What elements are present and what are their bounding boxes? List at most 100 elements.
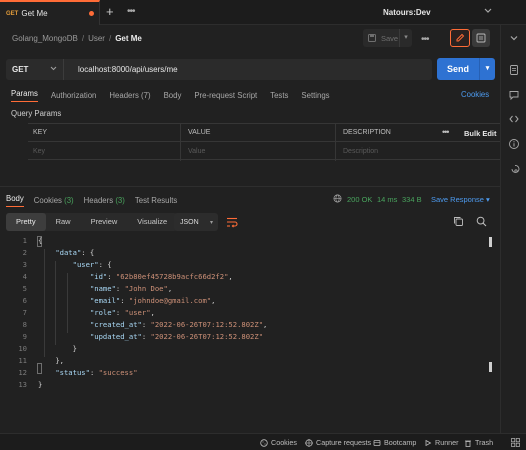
scrollbar-thumb[interactable] [489, 362, 492, 372]
tab-more-icon[interactable]: ••• [127, 6, 135, 17]
json-value-status: success [102, 368, 134, 377]
tab-title: Get Me [21, 9, 48, 18]
line-number: 8 [22, 320, 27, 329]
breadcrumb: Golang_MongoDB / User / Get Me [12, 34, 142, 43]
runner-icon [425, 439, 432, 446]
response-divider[interactable] [0, 186, 500, 187]
capture-icon [305, 438, 313, 447]
save-dropdown-icon[interactable]: ▾ [399, 29, 412, 47]
line-number: 6 [22, 296, 27, 305]
bootcamp-icon [373, 439, 381, 446]
tab-response-body[interactable]: Body [6, 194, 24, 207]
tab-authorization[interactable]: Authorization [51, 91, 97, 100]
line-number: 4 [22, 272, 27, 281]
save-button-group[interactable]: Save ▾ [363, 29, 412, 47]
response-tabs: Body Cookies (3) Headers (3) Test Result… [6, 194, 187, 207]
wrap-lines-icon[interactable] [224, 214, 240, 230]
chevron-down-icon[interactable] [484, 7, 492, 16]
search-icon[interactable] [476, 216, 487, 227]
status-bar: Cookies Capture requests Bootcamp Runner… [0, 433, 526, 450]
json-value-id: 62b80ef45728b9acfc66d2f2 [120, 272, 225, 281]
edit-icon[interactable] [450, 29, 470, 47]
new-tab-plus-icon[interactable]: + [106, 5, 114, 18]
footer-runner[interactable]: Runner [424, 438, 459, 447]
format-label: JSON [180, 218, 199, 226]
breadcrumb-collection[interactable]: Golang_MongoDB [12, 34, 78, 43]
tab-pre-request-script[interactable]: Pre-request Script [194, 91, 257, 100]
line-number: 10 [18, 344, 27, 353]
cookies-link[interactable]: Cookies [461, 90, 489, 99]
column-header-value: VALUE [188, 129, 211, 136]
method-selector[interactable]: GET [6, 59, 64, 80]
bulk-edit-button[interactable]: Bulk Edit [464, 129, 497, 138]
tab-settings[interactable]: Settings [301, 91, 329, 100]
table-options-icon[interactable]: ••• [442, 127, 450, 137]
save-response-button[interactable]: Save Response ▾ [431, 195, 490, 204]
column-header-description: DESCRIPTION [343, 129, 391, 136]
copy-icon[interactable] [453, 216, 464, 227]
related-icon[interactable] [508, 163, 520, 175]
json-value-email: johndoe@gmail.com [133, 296, 207, 305]
response-size[interactable]: 334 B [402, 195, 422, 204]
chevron-down-icon[interactable] [508, 32, 520, 44]
json-value-updated-at: 2022-06-26T07:12:52.802Z [154, 332, 259, 341]
json-value-role: user [128, 308, 147, 317]
line-number: 12 [18, 368, 27, 377]
code-line: 13} [0, 379, 480, 391]
unsaved-dot-icon[interactable] [89, 11, 94, 16]
save-button[interactable]: Save [376, 34, 399, 43]
url-input[interactable]: localhost:8000/api/users/me [64, 59, 432, 80]
method-label: GET [12, 65, 29, 74]
line-number: 9 [22, 332, 27, 341]
tab-body[interactable]: Body [164, 91, 182, 100]
globe-icon[interactable] [333, 194, 342, 203]
save-icon [368, 34, 376, 42]
view-pretty[interactable]: Pretty [6, 213, 46, 231]
tab-params[interactable]: Params [11, 89, 38, 102]
response-body-code[interactable]: 1{ 2 "data": { 3 "user": { 4 "id": "62b8… [0, 235, 500, 377]
json-value-created-at: 2022-06-26T07:12:52.802Z [154, 320, 259, 329]
trash-icon [465, 440, 471, 447]
query-params-title: Query Params [11, 109, 62, 118]
breadcrumb-folder[interactable]: User [88, 34, 105, 43]
view-raw[interactable]: Raw [46, 213, 81, 231]
footer-capture-requests[interactable]: Capture requests [305, 438, 371, 447]
environment-selector[interactable]: Natours:Dev [383, 8, 431, 17]
format-select[interactable]: JSON ▾ [174, 213, 218, 231]
value-input[interactable]: Value [188, 148, 205, 155]
tab-response-headers[interactable]: Headers (3) [84, 196, 125, 205]
grid-icon[interactable] [511, 438, 520, 447]
tab-tests[interactable]: Tests [270, 91, 288, 100]
tab-get-me[interactable]: GET Get Me [0, 0, 100, 25]
request-tabs: Params Authorization Headers (7) Body Pr… [11, 89, 343, 102]
line-number: 2 [22, 248, 27, 257]
documentation-icon[interactable] [472, 29, 490, 47]
chevron-down-icon [50, 66, 57, 73]
tab-test-results[interactable]: Test Results [135, 196, 177, 205]
tab-response-cookies[interactable]: Cookies (3) [34, 196, 74, 205]
code-icon[interactable] [508, 113, 520, 125]
send-dropdown-icon[interactable]: ▾ [479, 58, 495, 80]
line-number: 1 [22, 236, 27, 245]
key-input[interactable]: Key [33, 148, 45, 155]
send-button[interactable]: Send ▾ [437, 58, 495, 80]
footer-trash[interactable]: Trash [464, 438, 493, 447]
more-actions-icon[interactable]: ••• [421, 34, 429, 45]
column-header-key: KEY [33, 129, 48, 136]
response-view-tabs: Pretty Raw Preview Visualize [6, 213, 178, 231]
description-input[interactable]: Description [343, 148, 378, 155]
documentation-icon[interactable] [508, 64, 520, 76]
comments-icon[interactable] [508, 89, 520, 101]
breadcrumb-current[interactable]: Get Me [115, 34, 142, 43]
info-icon[interactable] [508, 138, 520, 150]
footer-bootcamp[interactable]: Bootcamp [373, 438, 416, 447]
footer-cookies[interactable]: Cookies [260, 438, 297, 447]
view-preview[interactable]: Preview [81, 213, 128, 231]
view-visualize[interactable]: Visualize [127, 213, 177, 231]
line-number: 7 [22, 308, 27, 317]
tab-headers[interactable]: Headers (7) [109, 91, 150, 100]
response-time[interactable]: 14 ms [377, 195, 397, 204]
chevron-down-icon: ▾ [209, 219, 213, 226]
status-code[interactable]: 200 OK [347, 195, 372, 204]
scrollbar-thumb[interactable] [489, 237, 492, 247]
